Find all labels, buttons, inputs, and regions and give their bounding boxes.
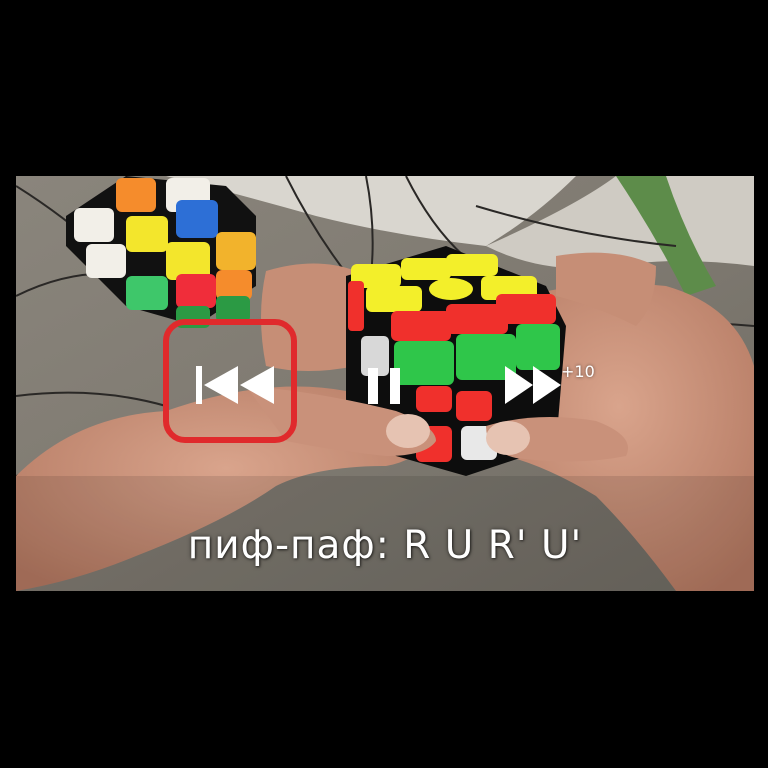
- rewind-highlight-ring: [163, 319, 297, 443]
- fast-forward-icon: [505, 366, 561, 404]
- pause-button[interactable]: [362, 366, 408, 406]
- video-player[interactable]: +10 пиф-паф: R U R' U': [16, 176, 754, 591]
- pause-icon: [368, 368, 400, 404]
- right-letterbox: [754, 0, 768, 768]
- left-letterbox: [0, 0, 16, 768]
- forward-skip-label: +10: [561, 362, 595, 381]
- video-caption: пиф-паф: R U R' U': [187, 523, 583, 568]
